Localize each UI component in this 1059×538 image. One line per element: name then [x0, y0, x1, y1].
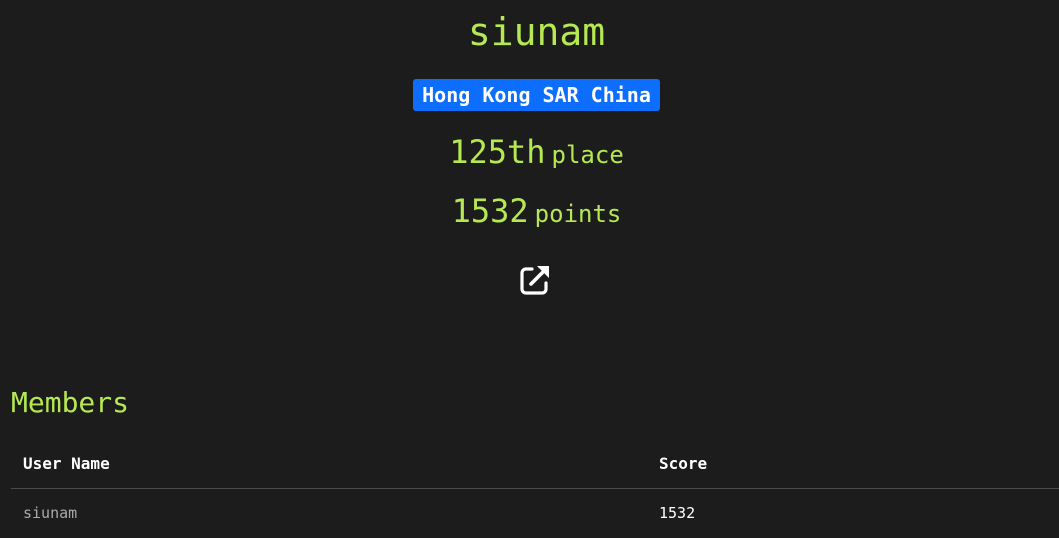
rank-label: place — [551, 141, 624, 169]
member-score-cell: 1532 — [659, 504, 696, 522]
member-username-link[interactable]: siunam — [23, 504, 77, 522]
points-label: points — [534, 200, 622, 228]
external-link-icon[interactable] — [518, 263, 552, 297]
country-badge: Hong Kong SAR China — [413, 79, 660, 111]
team-name: siunam — [467, 10, 606, 54]
country-badge-container: Hong Kong SAR China — [0, 79, 1059, 111]
members-table: User Name Score siunam 1532 — [11, 444, 1059, 535]
table-header-row: User Name Score — [11, 444, 1059, 489]
member-username-cell: siunam — [23, 503, 77, 523]
rank-value: 125th — [449, 133, 546, 171]
column-header-username: User Name — [23, 454, 110, 473]
team-rank: 125th place — [0, 130, 1059, 180]
points-value: 1532 — [451, 192, 529, 230]
members-heading: Members — [11, 386, 130, 419]
team-points: 1532 points — [0, 189, 1059, 239]
team-page: siunam Hong Kong SAR China 125th place 15… — [0, 0, 1059, 538]
column-header-score: Score — [659, 454, 708, 473]
table-row: siunam 1532 — [11, 489, 1059, 535]
